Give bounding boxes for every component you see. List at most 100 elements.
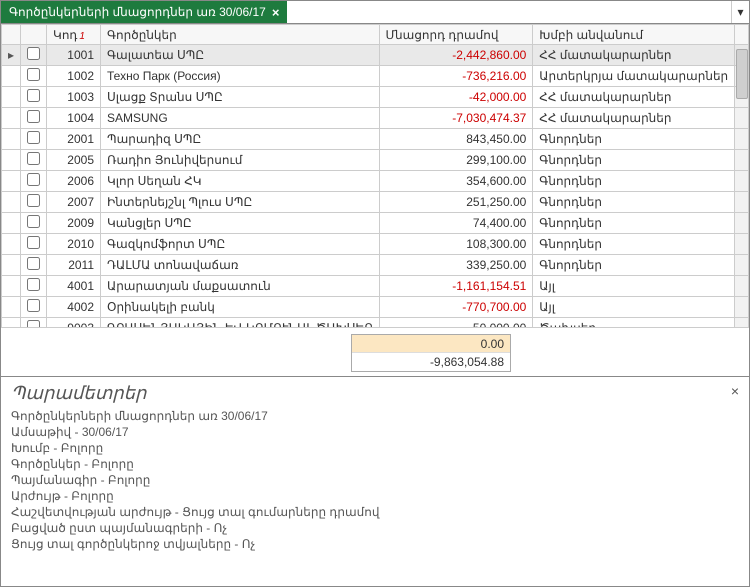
cell-name: ԳՐԱՍԵՆՅԱԿԱՅԻՆ ԵՎ ԿՈՄՈՒՆԱԼ ԾԱԽՍԵՐ [101,318,380,328]
row-checkbox[interactable] [27,278,40,291]
cell-name: Արարատյան մաքսատուն [101,276,380,297]
table-row[interactable]: 4001Արարատյան մաքսատուն-1,161,154.51Այլ [2,276,749,297]
row-checkbox-cell [21,297,47,318]
cell-name: Պարադիզ ՍՊԸ [101,129,380,150]
table-row[interactable]: 1002Техно Парк (Россия)-736,216.00Արտերկ… [2,66,749,87]
row-checkbox-cell [21,318,47,328]
cell-balance: -770,700.00 [379,297,533,318]
row-checkbox-cell [21,171,47,192]
cell-scroll [735,213,749,234]
close-icon[interactable]: × [731,383,739,399]
cell-scroll [735,192,749,213]
cell-code: 2010 [47,234,101,255]
row-marker: ▸ [2,45,21,66]
cell-code: 1004 [47,108,101,129]
row-marker [2,171,21,192]
scrollbar-thumb[interactable] [736,49,748,99]
summary-box: 0.00 -9,863,054.88 [351,334,511,372]
cell-code: 9003 [47,318,101,328]
cell-group: Այլ [533,297,735,318]
param-line: Գործընկեր - Բոլորը [11,456,739,472]
row-checkbox[interactable] [27,320,40,327]
cell-name: Техно Парк (Россия) [101,66,380,87]
cell-name: Սլացք Տրանս ՍՊԸ [101,87,380,108]
row-checkbox[interactable] [27,89,40,102]
cell-group: Գնորդներ [533,255,735,276]
table-row[interactable]: 9003ԳՐԱՍԵՆՅԱԿԱՅԻՆ ԵՎ ԿՈՄՈՒՆԱԼ ԾԱԽՍԵՐ50,0… [2,318,749,328]
cell-group: ՀՀ մատակարարներ [533,87,735,108]
header-group[interactable]: Խմբի անվանում [533,25,735,45]
row-checkbox[interactable] [27,257,40,270]
grid: Կոդ1 Գործընկեր Մնացորդ դրամով Խմբի անվան… [1,24,749,376]
header-marker [2,25,21,45]
table-row[interactable]: 2009Կանցլեր ՍՊԸ74,400.00Գնորդներ [2,213,749,234]
cell-scroll [735,276,749,297]
row-checkbox[interactable] [27,47,40,60]
cell-group: Գնորդներ [533,213,735,234]
table-row[interactable]: 2011ԴԱԼՄԱ տոնավաճառ339,250.00Գնորդներ [2,255,749,276]
table-row[interactable]: 2010Գազկոմֆորտ ՍՊԸ108,300.00Գնորդներ [2,234,749,255]
cell-scroll [735,108,749,129]
row-checkbox[interactable] [27,68,40,81]
cell-balance: 108,300.00 [379,234,533,255]
cell-code: 2001 [47,129,101,150]
header-partner[interactable]: Գործընկեր [101,25,380,45]
row-marker [2,150,21,171]
row-checkbox[interactable] [27,215,40,228]
cell-group: ՀՀ մատակարարներ [533,108,735,129]
param-line: Ամսաթիվ - 30/06/17 [11,424,739,440]
table-row[interactable]: 1003Սլացք Տրանս ՍՊԸ-42,000.00ՀՀ մատակարա… [2,87,749,108]
param-line: Խումբ - Բոլորը [11,440,739,456]
tab-dropdown[interactable]: ▾ [731,1,749,23]
cell-code: 2011 [47,255,101,276]
row-marker [2,87,21,108]
row-checkbox[interactable] [27,131,40,144]
table-row[interactable]: 1004SAMSUNG-7,030,474.37ՀՀ մատակարարներ [2,108,749,129]
close-icon[interactable]: × [272,5,280,20]
row-checkbox-cell [21,150,47,171]
cell-scroll [735,234,749,255]
cell-name: Ինտերնեյշնլ Պլուս ՍՊԸ [101,192,380,213]
header-row: Կոդ1 Գործընկեր Մնացորդ դրամով Խմբի անվան… [2,25,749,45]
row-checkbox[interactable] [27,152,40,165]
cell-scroll [735,318,749,328]
cell-balance: -1,161,154.51 [379,276,533,297]
header-code[interactable]: Կոդ1 [47,25,101,45]
row-checkbox-cell [21,129,47,150]
cell-group: Արտերկրյա մատակարարներ [533,66,735,87]
cell-balance: 251,250.00 [379,192,533,213]
cell-scroll [735,255,749,276]
active-tab[interactable]: Գործընկերների մնացորդներ առ 30/06/17 × [1,1,287,23]
param-line: Ցույց տալ գործընկերոջ տվյալները - Ոչ [11,536,739,552]
row-checkbox-cell [21,192,47,213]
sort-indicator: 1 [79,31,85,42]
row-checkbox[interactable] [27,299,40,312]
table-row[interactable]: 2007Ինտերնեյշնլ Պլուս ՍՊԸ251,250.00Գնորդ… [2,192,749,213]
cell-code: 4001 [47,276,101,297]
table-row[interactable]: 2005Ռադիո Յունիվերսում299,100.00Գնորդներ [2,150,749,171]
row-checkbox[interactable] [27,194,40,207]
row-marker [2,213,21,234]
row-checkbox[interactable] [27,236,40,249]
row-checkbox-cell [21,108,47,129]
cell-balance: 339,250.00 [379,255,533,276]
table-row[interactable]: 4002Օրինակելի բանկ-770,700.00Այլ [2,297,749,318]
row-marker [2,276,21,297]
cell-code: 2009 [47,213,101,234]
table-row[interactable]: 2001Պարադիզ ՍՊԸ843,450.00Գնորդներ [2,129,749,150]
cell-group: Գնորդներ [533,150,735,171]
summary-selected[interactable]: 0.00 [352,335,510,353]
cell-code: 1003 [47,87,101,108]
row-marker [2,66,21,87]
header-scroll [735,25,749,45]
table-row[interactable]: 2006Կլոր Սեղան ՀԿ354,600.00Գնորդներ [2,171,749,192]
cell-name: Գալատեա ՍՊԸ [101,45,380,66]
param-line: Արժույթ - Բոլորը [11,488,739,504]
row-marker [2,108,21,129]
row-checkbox[interactable] [27,110,40,123]
table-row[interactable]: ▸1001Գալատեա ՍՊԸ-2,442,860.00ՀՀ մատակարա… [2,45,749,66]
header-balance[interactable]: Մնացորդ դրամով [379,25,533,45]
data-table: Կոդ1 Գործընկեր Մնացորդ դրամով Խմբի անվան… [1,24,749,327]
row-checkbox[interactable] [27,173,40,186]
cell-scroll [735,297,749,318]
